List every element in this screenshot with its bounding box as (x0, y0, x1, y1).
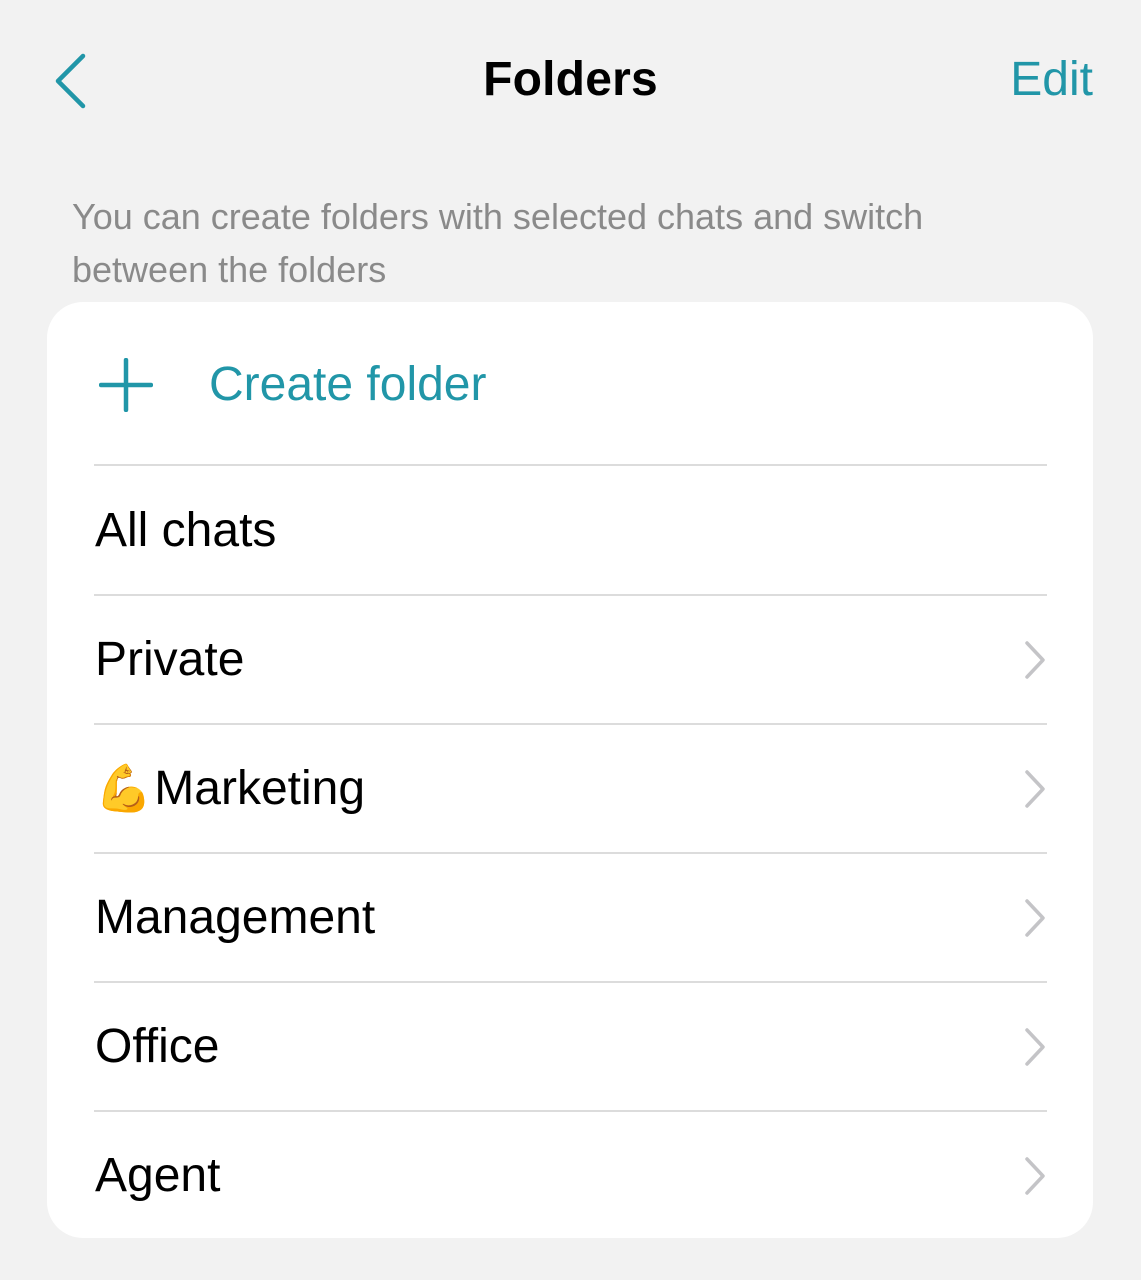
folder-row[interactable]: Agent (47, 1111, 1093, 1238)
chevron-right-icon (1025, 769, 1045, 808)
create-folder-label: Create folder (209, 357, 487, 411)
edit-button[interactable]: Edit (1010, 52, 1093, 107)
folder-name: Office (95, 1020, 220, 1073)
chevron-right-icon (1025, 640, 1045, 679)
folder-emoji: 💪 (95, 762, 153, 814)
folder-row[interactable]: All chats (47, 466, 1093, 595)
chevron-right-icon (1025, 898, 1045, 937)
folder-label: Management (95, 890, 375, 945)
folder-name: Agent (95, 1149, 221, 1202)
folder-label: 💪Marketing (95, 761, 365, 816)
folder-label: Office (95, 1019, 220, 1074)
page-title: Folders (483, 53, 658, 106)
folder-label: All chats (95, 503, 276, 558)
folder-label: Agent (95, 1148, 220, 1203)
chevron-right-icon (1025, 1156, 1045, 1195)
folder-name: All chats (95, 504, 277, 557)
navigation-bar: Folders Edit (0, 0, 1141, 160)
plus-icon (99, 358, 153, 412)
folder-name: Marketing (154, 762, 366, 815)
folder-label: Private (95, 632, 244, 687)
folder-row[interactable]: Office (47, 982, 1093, 1111)
folder-name: Private (95, 633, 245, 686)
folders-screen: Folders Edit You can create folders with… (0, 0, 1141, 1280)
create-folder-button[interactable]: Create folder (47, 320, 1093, 448)
folder-row[interactable]: Management (47, 853, 1093, 982)
folder-row[interactable]: 💪Marketing (47, 724, 1093, 853)
folder-row[interactable]: Private (47, 595, 1093, 724)
folders-card: Create folder All chats Private 💪Marketing… (47, 302, 1093, 1238)
folder-name: Management (95, 891, 376, 944)
chevron-right-icon (1025, 1027, 1045, 1066)
folders-description: You can create folders with selected cha… (72, 196, 924, 290)
